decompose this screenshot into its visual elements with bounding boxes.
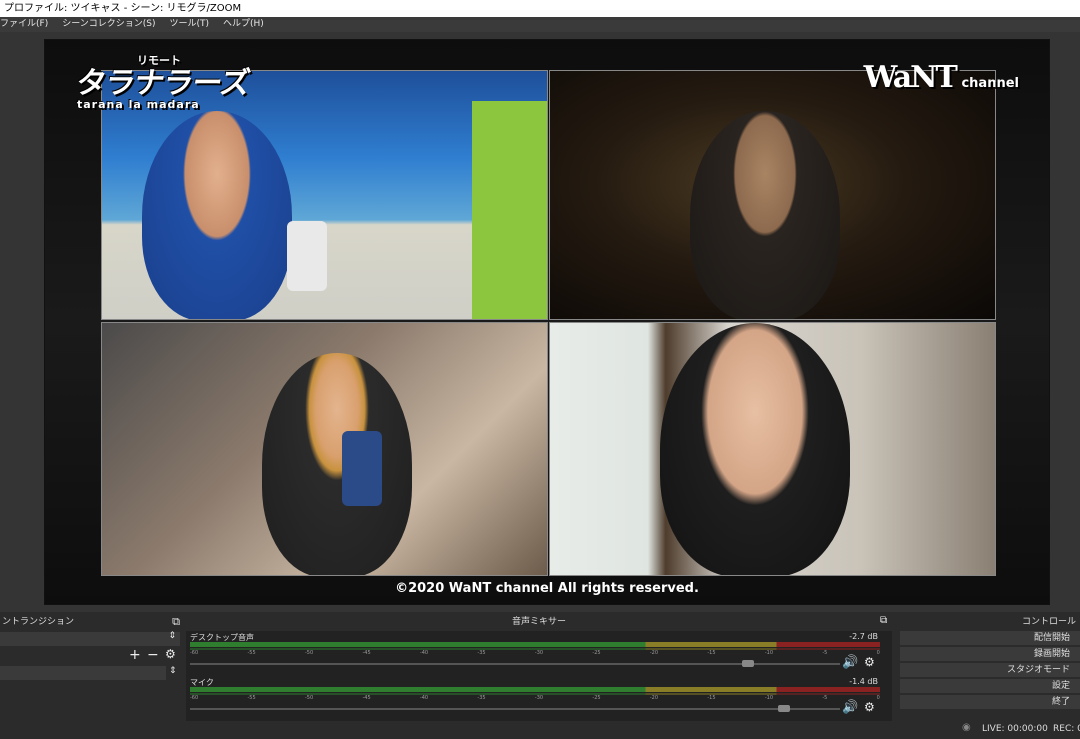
brand-logo-name: WaNT [863, 60, 958, 95]
menu-file[interactable]: ファイル(F) [0, 17, 48, 32]
transitions-dock-header: ントランジション ⧉ [0, 614, 184, 630]
transition-spacer [0, 648, 166, 662]
meter-tick: -50 [304, 695, 314, 701]
settings-button[interactable]: 設定 [900, 679, 1080, 694]
brand-logo: WaNT channel [864, 60, 1019, 95]
rec-timer: REC: 00 [1053, 724, 1080, 734]
meter-tick: -60 [190, 650, 199, 656]
controls-dock-header: コントロール [896, 614, 1080, 630]
meter-tick: -25 [592, 695, 601, 701]
volume-meter [190, 687, 880, 692]
volume-slider-handle[interactable] [742, 660, 754, 667]
meter-tick: -15 [707, 650, 716, 656]
controls-dock-title: コントロール [1021, 617, 1076, 627]
meter-tick: -45 [362, 695, 371, 701]
volume-slider[interactable] [190, 708, 840, 710]
transition-select[interactable]: ⇕ [0, 631, 180, 646]
show-logo: リモート タラナラーズ tarana la madara [74, 54, 252, 111]
meter-tick: -35 [477, 695, 486, 701]
speaker-icon[interactable]: 🔊 [842, 700, 858, 715]
meter-tick: -5 [822, 695, 828, 701]
preview-canvas[interactable]: リモート タラナラーズ tarana la madara WaNT channe… [44, 39, 1050, 605]
menu-help[interactable]: ヘルプ(H) [223, 17, 264, 32]
volume-slider-handle[interactable] [778, 705, 790, 712]
chevron-updown-icon[interactable]: ⇕ [169, 666, 177, 676]
meter-tick: -5 [822, 650, 828, 656]
show-logo-title: タラナラーズ [74, 66, 252, 101]
meter-tick: -35 [477, 650, 486, 656]
meter-tick: -30 [534, 695, 544, 701]
volume-meter [190, 642, 880, 647]
studio-mode-button[interactable]: スタジオモード [900, 663, 1080, 678]
brand-logo-channel: channel [961, 76, 1019, 91]
mixer-dock-title: 音声ミキサー [511, 617, 566, 627]
meter-scale: -60 -55 -50 -45 -40 -35 -30 -25 -20 -15 -10 -5 0 [190, 650, 880, 658]
meter-tick: -30 [534, 650, 544, 656]
menu-bar: ファイル(F) シーンコレクション(S) ツール(T) ヘルプ(H) [0, 17, 1080, 32]
video-tile-bottom-left [101, 322, 548, 576]
start-streaming-button[interactable]: 配信開始 [900, 631, 1080, 646]
meter-tick: -20 [649, 650, 659, 656]
gear-icon[interactable]: ⚙ [165, 647, 176, 661]
meter-tick: 0 [876, 650, 880, 656]
start-recording-button[interactable]: 録画開始 [900, 647, 1080, 662]
video-tile-bottom-right [549, 322, 996, 576]
chevron-updown-icon: ⇕ [168, 631, 176, 641]
meter-tick: -60 [190, 695, 199, 701]
network-icon: ◉ [962, 722, 971, 733]
gear-icon[interactable]: ⚙ [864, 655, 875, 669]
dock-undock-icon[interactable]: ⧉ [172, 614, 180, 630]
meter-tick: -10 [764, 695, 774, 701]
speaker-icon[interactable]: 🔊 [842, 655, 858, 670]
meter-tick: -40 [419, 695, 429, 701]
meter-tick: -25 [592, 650, 601, 656]
menu-tools[interactable]: ツール(T) [170, 17, 210, 32]
menu-scene-collection[interactable]: シーンコレクション(S) [62, 17, 155, 32]
minus-icon[interactable]: − [147, 647, 159, 663]
meter-tick: -10 [764, 650, 774, 656]
meter-tick: -45 [362, 650, 371, 656]
meter-tick: -50 [304, 650, 314, 656]
mixer-track-db: -1.4 dB [849, 677, 878, 686]
meter-tick: -55 [247, 650, 256, 656]
mixer-dock-header: 音声ミキサー [186, 614, 892, 630]
plus-icon[interactable]: + [129, 647, 141, 663]
exit-button[interactable]: 終了 [900, 695, 1080, 710]
meter-tick: -55 [247, 695, 256, 701]
duration-field[interactable] [0, 666, 166, 680]
live-timer: LIVE: 00:00:00 [982, 724, 1048, 734]
meter-tick: 0 [876, 695, 880, 701]
meter-tick: -15 [707, 695, 716, 701]
transitions-dock-title: ントランジション [2, 617, 75, 627]
window-title: プロファイル: ツイキャス - シーン: リモグラ/ZOOM [0, 0, 1080, 17]
dock-undock-icon[interactable]: ⧉ [880, 615, 887, 626]
meter-scale: -60 -55 -50 -45 -40 -35 -30 -25 -20 -15 -10 -5 0 [190, 695, 880, 703]
meter-tick: -20 [649, 695, 659, 701]
video-tile-top-right [549, 70, 996, 320]
meter-tick: -40 [419, 650, 429, 656]
gear-icon[interactable]: ⚙ [864, 700, 875, 714]
mixer-track-db: -2.7 dB [849, 632, 878, 641]
copyright-text: ©2020 WaNT channel All rights reserved. [395, 581, 699, 596]
